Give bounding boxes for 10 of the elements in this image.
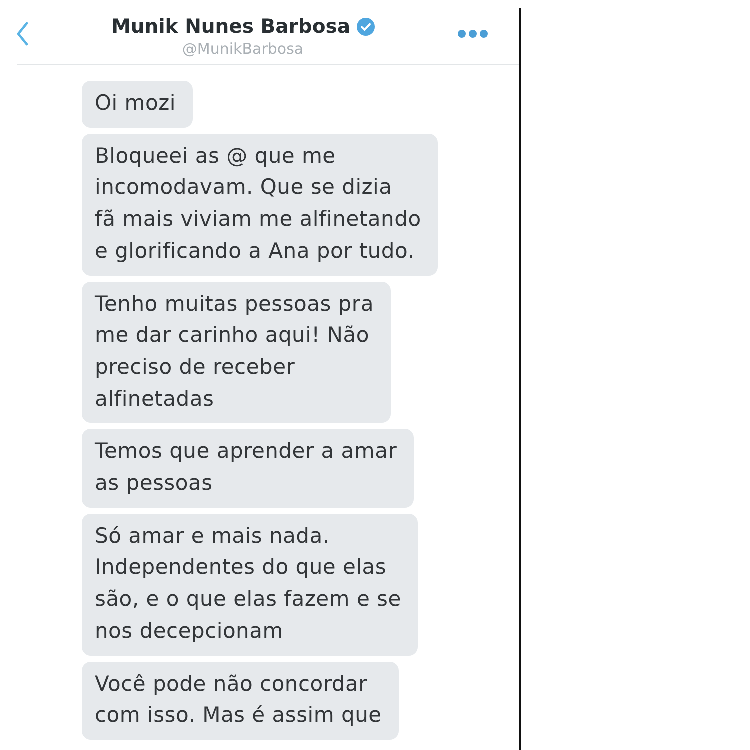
back-icon[interactable]	[17, 22, 28, 46]
more-icon[interactable]	[458, 30, 488, 38]
message-bubble: Só amar e mais nada. Independentes do que elas são, e o que elas fazem e se nos decepcionam	[82, 514, 418, 656]
message-bubble: Bloqueei as @ que me incomodavam. Que se dizia fã mais viviam me alfinetando e glorificando a Ana por tudo.	[82, 134, 438, 276]
message-bubble: Temos que aprender a amar as pessoas	[82, 429, 414, 508]
contact-name: Munik Nunes Barbosa	[111, 15, 351, 39]
contact-handle: @MunikBarbosa	[182, 40, 304, 58]
message-bubble: Você pode não concordar com isso. Mas é assim que	[82, 662, 399, 740]
message-bubble: Oi mozi	[82, 81, 193, 128]
message-bubble: Tenho muitas pessoas pra me dar carinho aqui! Não preciso de receber alfinetadas	[82, 282, 391, 424]
